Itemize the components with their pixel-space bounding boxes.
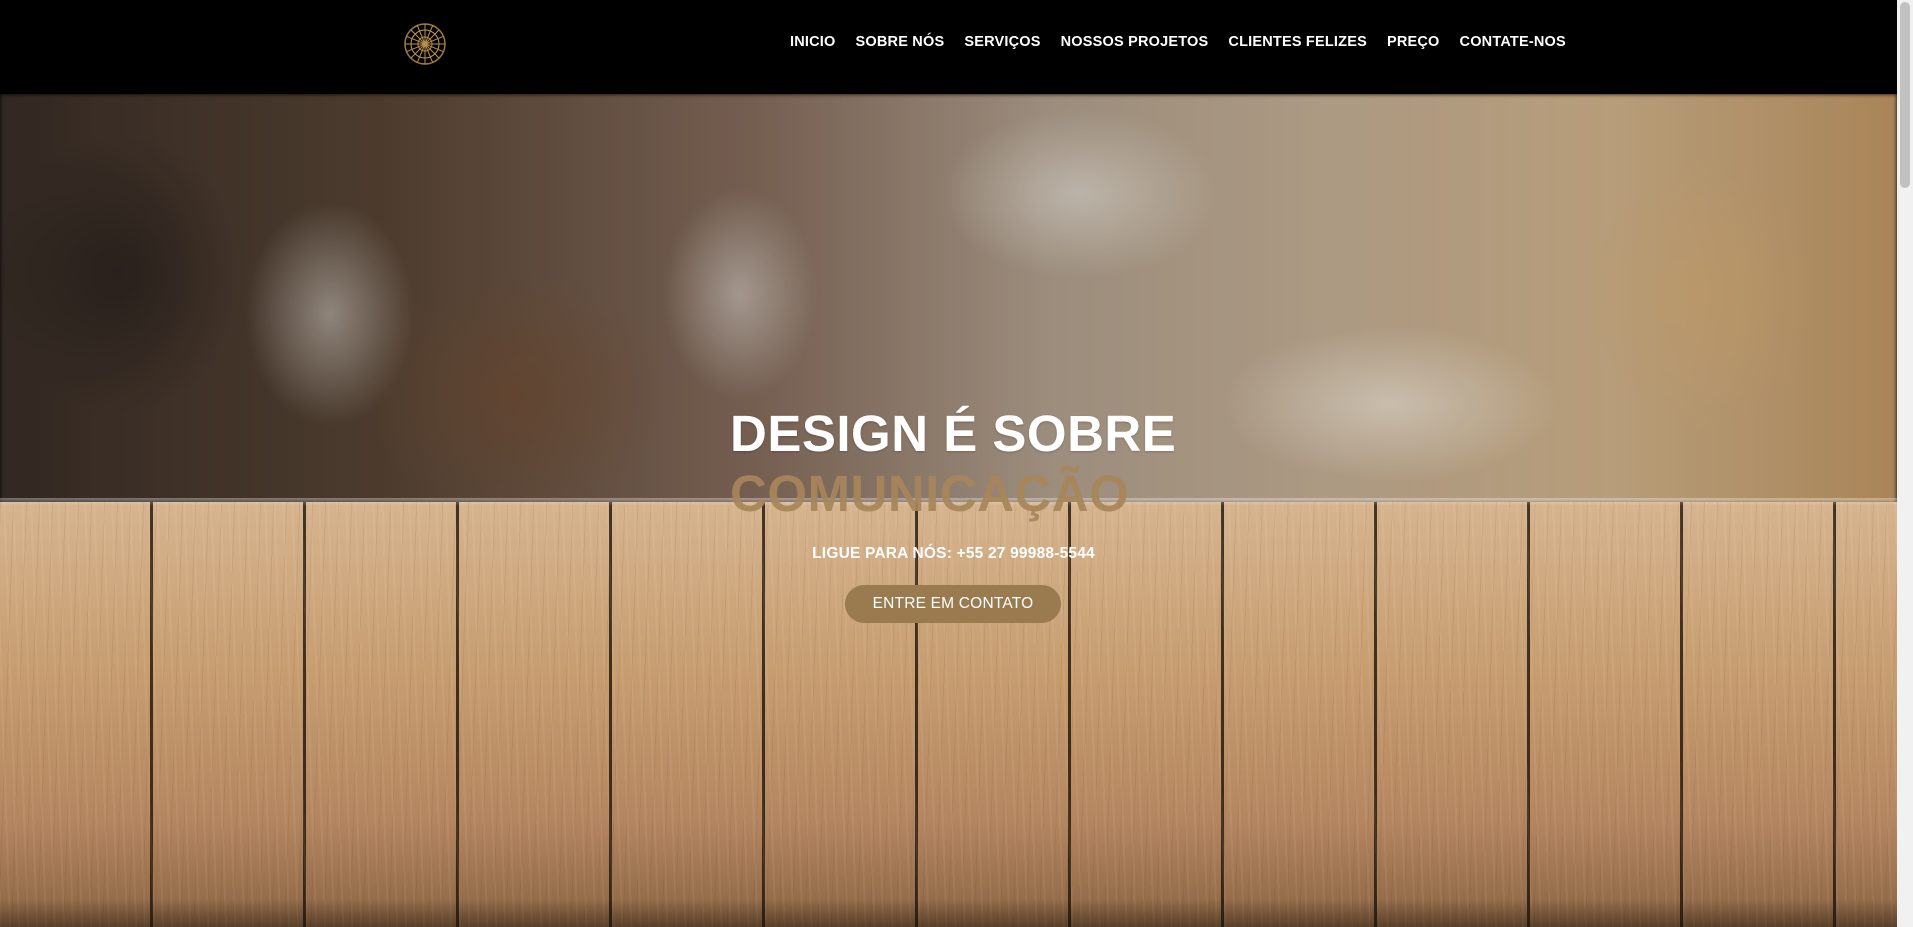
nav-item-contate-nos[interactable]: CONTATE-NOS — [1450, 30, 1576, 54]
nav-item-inicio[interactable]: INICIO — [790, 30, 846, 54]
gold-mandala-icon[interactable] — [404, 23, 446, 65]
header-navbar: INICIO SOBRE NÓS SERVIÇOS NOSSOS PROJETO… — [0, 0, 1897, 94]
scrollbar-thumb[interactable] — [1900, 2, 1910, 188]
page: INICIO SOBRE NÓS SERVIÇOS NOSSOS PROJETO… — [0, 0, 1913, 927]
hero-title-line2: COMUNICAÇÃO — [730, 465, 1130, 522]
nav-item-sobre-nos[interactable]: SOBRE NÓS — [846, 30, 955, 54]
contact-button[interactable]: ENTRE EM CONTATO — [845, 585, 1061, 623]
hero-phone-text: LIGUE PARA NÓS: +55 27 99988-5544 — [812, 545, 1095, 562]
nav-item-clientes-felizes[interactable]: CLIENTES FELIZES — [1218, 30, 1377, 54]
hero-content: DESIGN É SOBRE COMUNICAÇÃO LIGUE PARA NÓ… — [0, 94, 1897, 927]
hero-section: DESIGN É SOBRE COMUNICAÇÃO LIGUE PARA NÓ… — [0, 94, 1897, 927]
nav-item-nossos-projetos[interactable]: NOSSOS PROJETOS — [1051, 30, 1219, 54]
nav-item-servicos[interactable]: SERVIÇOS — [954, 30, 1050, 54]
page-scrollbar[interactable] — [1897, 0, 1913, 927]
hero-title-line1: DESIGN É SOBRE — [730, 405, 1177, 462]
nav-item-preco[interactable]: PREÇO — [1377, 30, 1450, 54]
main-nav: INICIO SOBRE NÓS SERVIÇOS NOSSOS PROJETO… — [790, 30, 1576, 54]
